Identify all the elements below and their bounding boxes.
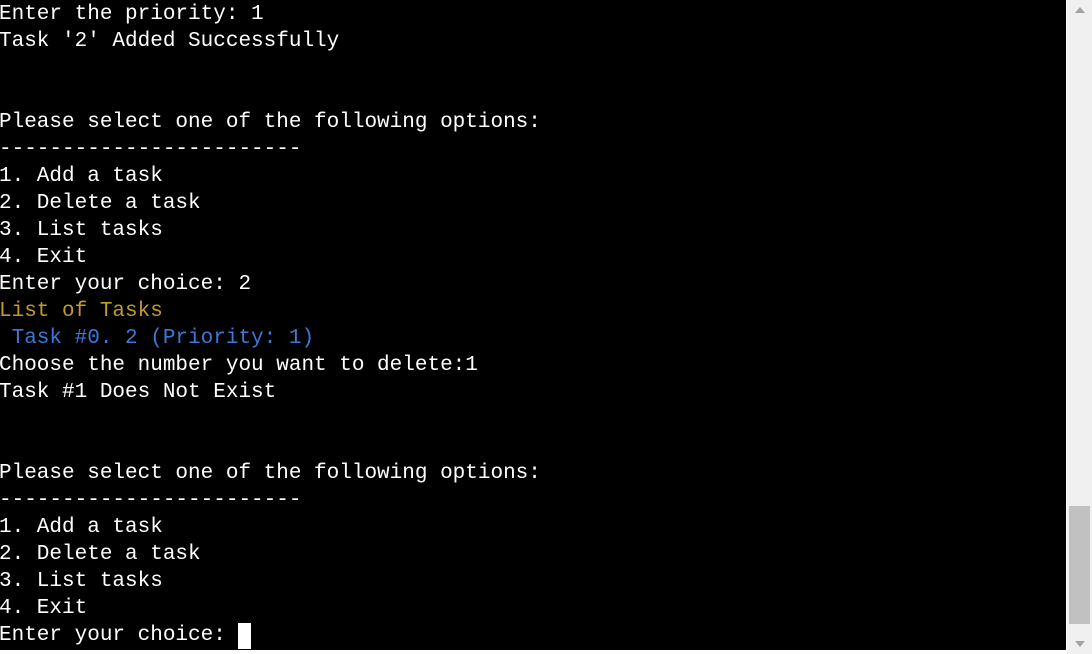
menu-option: 2. Delete a task <box>0 543 201 566</box>
input-prompt: Enter your choice: <box>0 624 239 647</box>
menu-option: 1. Add a task <box>0 165 163 188</box>
menu-option: 1. Add a task <box>0 516 163 539</box>
terminal-output[interactable]: Enter the priority: 1 Task '2' Added Suc… <box>0 0 1066 650</box>
scroll-down-arrow-icon[interactable] <box>1067 634 1092 654</box>
vertical-scrollbar[interactable] <box>1067 0 1092 654</box>
choice-entry: Enter your choice: 2 <box>0 273 252 296</box>
delete-prompt: Choose the number you want to delete:1 <box>0 354 478 377</box>
menu-heading: Please select one of the following optio… <box>0 111 541 134</box>
task-list-heading: List of Tasks <box>0 300 163 323</box>
menu-divider: ------------------------ <box>0 138 302 161</box>
text-cursor <box>238 622 252 649</box>
menu-option: 4. Exit <box>0 597 88 620</box>
scroll-up-arrow-icon[interactable] <box>1067 0 1092 20</box>
menu-option: 3. List tasks <box>0 219 163 242</box>
menu-option: 4. Exit <box>0 246 88 269</box>
menu-option: 2. Delete a task <box>0 192 201 215</box>
task-list-item: Task #0. 2 (Priority: 1) <box>0 327 315 350</box>
terminal-lines: Enter the priority: 1 Task '2' Added Suc… <box>0 1 541 649</box>
output-line: Enter the priority: 1 <box>0 3 264 26</box>
menu-divider: ------------------------ <box>0 489 302 512</box>
menu-option: 3. List tasks <box>0 570 163 593</box>
terminal-window: Enter the priority: 1 Task '2' Added Suc… <box>0 0 1092 654</box>
menu-heading: Please select one of the following optio… <box>0 462 541 485</box>
output-line: Task '2' Added Successfully <box>0 30 340 53</box>
input-prompt-row[interactable]: Enter your choice: <box>0 622 541 649</box>
error-message: Task #1 Does Not Exist <box>0 381 277 404</box>
scrollbar-thumb[interactable] <box>1069 506 1090 624</box>
